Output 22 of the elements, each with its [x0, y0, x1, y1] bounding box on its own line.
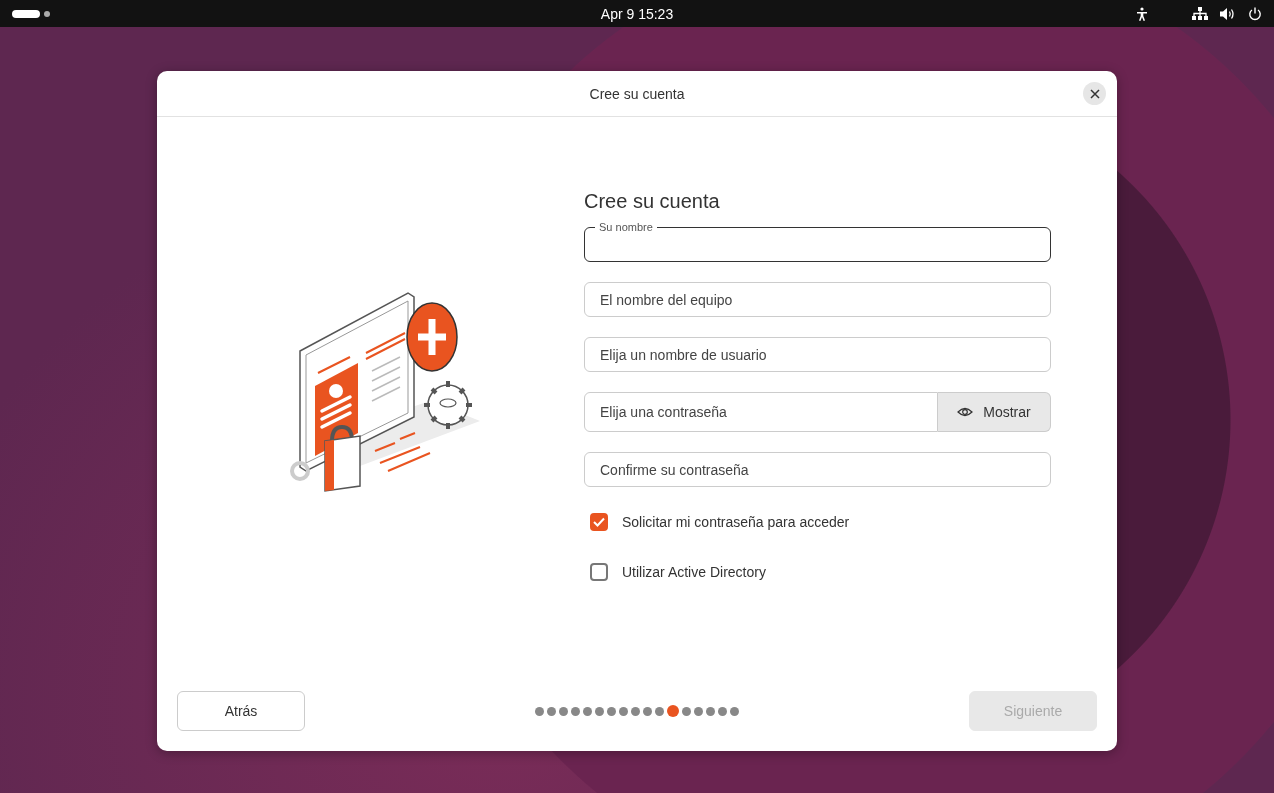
volume-icon[interactable]: [1220, 6, 1236, 21]
text-field[interactable]: Confirme su contraseña: [584, 452, 1051, 487]
text-field[interactable]: Elija una contraseña: [584, 392, 938, 432]
accessibility-icon[interactable]: [1136, 6, 1148, 21]
checkbox[interactable]: [590, 563, 608, 581]
back-button[interactable]: Atrás: [177, 691, 305, 731]
text-field[interactable]: Elija un nombre de usuario: [584, 337, 1051, 372]
network-icon[interactable]: [1192, 6, 1208, 21]
workspace-indicator-icon[interactable]: [12, 9, 50, 18]
show-password-button[interactable]: Mostrar: [938, 392, 1051, 432]
text-field[interactable]: El nombre del equipo: [584, 282, 1051, 317]
checkbox-label[interactable]: Solicitar mi contraseña para acceder: [622, 514, 850, 530]
clock[interactable]: Apr 9 15:23: [600, 5, 674, 22]
form-heading: Cree su cuenta: [584, 190, 721, 213]
text-field[interactable]: Su nombre: [584, 221, 1051, 262]
window-title: Cree su cuenta: [589, 85, 685, 102]
close-icon: [1089, 88, 1100, 99]
checkbox-label[interactable]: Utilizar Active Directory: [622, 564, 766, 580]
checkbox[interactable]: [590, 513, 608, 531]
power-icon[interactable]: [1248, 6, 1262, 21]
close-button[interactable]: [1083, 82, 1106, 105]
eye-icon: [957, 407, 974, 417]
